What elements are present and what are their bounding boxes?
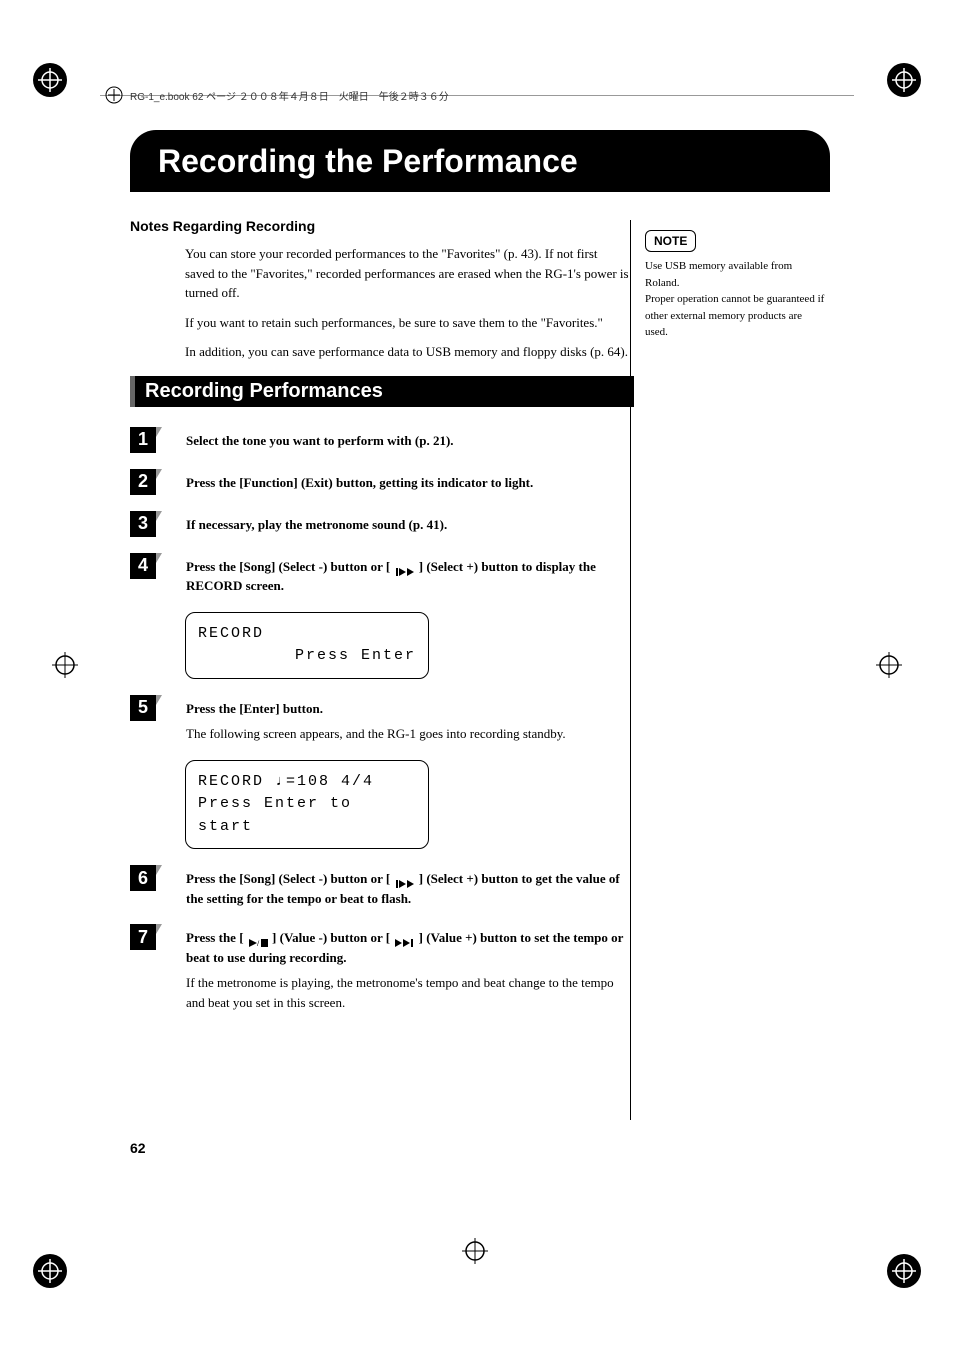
lcd-line: Press Enter xyxy=(198,645,416,668)
lcd-line: RECORD xyxy=(198,623,416,646)
step-description: If the metronome is playing, the metrono… xyxy=(186,973,630,1012)
step-item: 5 Press the [Enter] button. The followin… xyxy=(130,695,830,744)
step-instruction: If necessary, play the metronome sound (… xyxy=(186,515,630,535)
lcd-line: Press Enter to start xyxy=(198,793,416,838)
section-header: Recording Performances xyxy=(130,376,634,407)
step-instruction: Press the [Song] (Select -) button or [ … xyxy=(186,557,630,596)
play-stop-icon: / xyxy=(247,934,269,944)
step-instruction: Press the [Enter] button. xyxy=(186,699,630,719)
print-registration-mark xyxy=(884,60,924,100)
step-number: 7 xyxy=(130,924,156,950)
sidebar-note: NOTE Use USB memory available from Rolan… xyxy=(645,230,825,341)
svg-text:/: / xyxy=(256,939,260,948)
step-number: 3 xyxy=(130,511,156,537)
column-divider xyxy=(630,220,631,1120)
print-registration-mark xyxy=(50,650,80,680)
print-registration-mark xyxy=(460,1236,490,1266)
step-item: 1 Select the tone you want to perform wi… xyxy=(130,427,830,453)
step-item: 3 If necessary, play the metronome sound… xyxy=(130,511,830,537)
chapter-title: Recording the Performance xyxy=(158,143,578,180)
step-instruction: Press the [Function] (Exit) button, gett… xyxy=(186,473,630,493)
print-registration-mark xyxy=(884,1251,924,1291)
step-instruction: Press the [Song] (Select -) button or [ … xyxy=(186,869,630,908)
step-number: 2 xyxy=(130,469,156,495)
lcd-line: RECORD ♩=108 4/4 xyxy=(198,771,416,794)
step-number: 6 xyxy=(130,865,156,891)
step-item: 4 Press the [Song] (Select -) button or … xyxy=(130,553,830,596)
step-number: 4 xyxy=(130,553,156,579)
step-instruction: Press the [ / ] (Value -) button or [ ] … xyxy=(186,928,630,967)
book-icon xyxy=(105,86,123,104)
print-registration-mark xyxy=(30,60,70,100)
body-paragraph: In addition, you can save performance da… xyxy=(130,342,830,362)
lcd-display: RECORD ♩=108 4/4 Press Enter to start xyxy=(185,760,429,850)
note-text: Use USB memory available from Roland. Pr… xyxy=(645,258,825,341)
step-number: 5 xyxy=(130,695,156,721)
next-track-icon xyxy=(393,934,415,944)
print-registration-mark xyxy=(874,650,904,680)
print-registration-mark xyxy=(30,1251,70,1291)
step-instruction: Select the tone you want to perform with… xyxy=(186,431,630,451)
header-metadata: RG-1_e.book 62 ページ ２００８年４月８日 火曜日 午後２時３６分 xyxy=(130,88,449,103)
step-item: 6 Press the [Song] (Select -) button or … xyxy=(130,865,830,908)
step-item: 2 Press the [Function] (Exit) button, ge… xyxy=(130,469,830,495)
page-number: 62 xyxy=(130,1140,146,1156)
chapter-header: Recording the Performance xyxy=(130,130,830,192)
prev-track-icon xyxy=(394,875,416,885)
note-label: NOTE xyxy=(645,230,696,252)
step-number: 1 xyxy=(130,427,156,453)
prev-track-icon xyxy=(394,563,416,573)
step-item: 7 Press the [ / ] (Value -) button or [ … xyxy=(130,924,830,1012)
step-description: The following screen appears, and the RG… xyxy=(186,724,630,744)
lcd-display: RECORD Press Enter xyxy=(185,612,429,679)
